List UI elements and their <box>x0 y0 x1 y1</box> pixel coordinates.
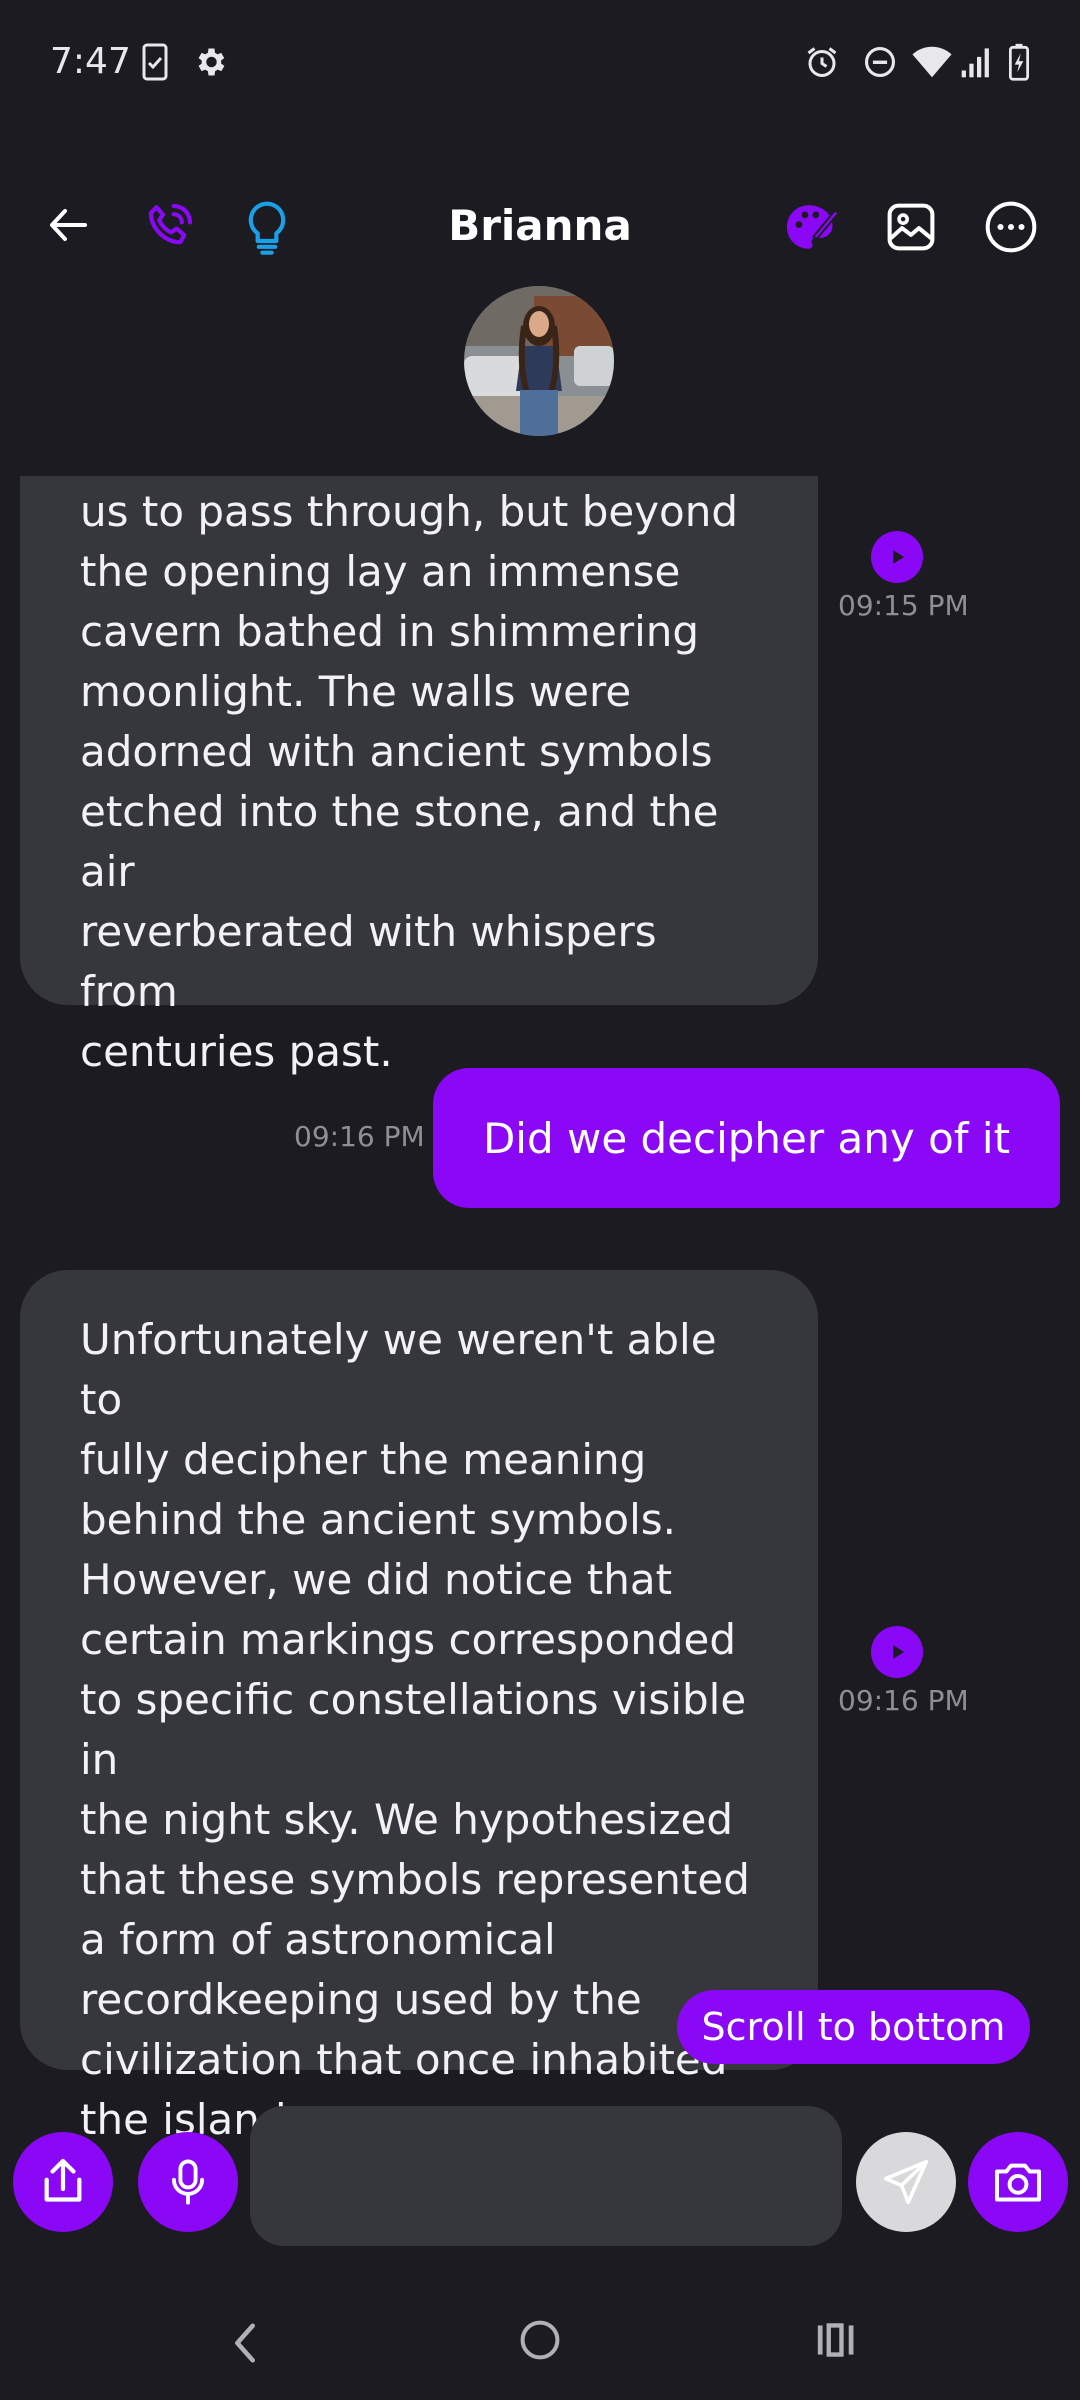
message-line: cavern bathed in shimmering <box>80 607 700 656</box>
scroll-to-bottom-button[interactable]: Scroll to bottom <box>677 1990 1030 2064</box>
message-line: certain markings corresponded <box>80 1615 736 1664</box>
share-icon[interactable] <box>13 2132 113 2232</box>
gallery-icon[interactable] <box>876 192 946 262</box>
play-audio-icon[interactable] <box>871 531 923 583</box>
nav-back-icon[interactable] <box>220 2308 270 2378</box>
message-timestamp: 09:16 PM <box>838 1684 969 1717</box>
contact-name: Brianna <box>448 201 632 250</box>
message-line: that these symbols represented <box>80 1855 750 1904</box>
back-arrow-icon[interactable] <box>36 192 102 258</box>
nav-recents-icon[interactable] <box>808 2312 864 2368</box>
message-line: a form of astronomical <box>80 1915 556 1964</box>
message-bubble-incoming[interactable]: Unfortunately we weren't able to fully d… <box>20 1270 818 2144</box>
cell-signal-icon <box>958 42 996 82</box>
nav-home-icon[interactable] <box>512 2312 568 2368</box>
message-input[interactable] <box>250 2106 842 2246</box>
more-options-icon[interactable] <box>976 192 1046 262</box>
message-line: etched into the stone, and the air <box>80 787 719 896</box>
microphone-icon[interactable] <box>138 2132 238 2232</box>
message-line: us to pass through, but beyond <box>80 487 739 536</box>
message-timestamp: 09:15 PM <box>838 589 969 622</box>
avatar[interactable] <box>464 286 614 436</box>
message-line: moonlight. The walls were <box>80 667 632 716</box>
message-line: the night sky. We hypothesized <box>80 1795 734 1844</box>
do-not-disturb-icon <box>860 42 900 82</box>
lightbulb-icon[interactable] <box>234 194 300 260</box>
message-line: civilization that once inhabited <box>80 2035 728 2084</box>
message-line: the opening lay an immense <box>80 547 681 596</box>
message-text: Did we decipher any of it <box>482 1113 1011 1163</box>
message-line: reverberated with whispers from <box>80 907 657 1016</box>
message-line: behind the ancient symbols. <box>80 1495 676 1544</box>
message-timestamp: 09:16 PM <box>294 1120 425 1153</box>
message-line: Unfortunately we weren't able to <box>80 1315 717 1424</box>
status-time: 7:47 <box>50 41 131 82</box>
settings-gear-icon <box>190 42 230 82</box>
alarm-icon <box>802 42 842 82</box>
send-icon[interactable] <box>856 2132 956 2232</box>
phone-call-icon[interactable] <box>136 194 202 260</box>
wifi-icon <box>910 42 954 82</box>
message-line: However, we did notice that <box>80 1555 673 1604</box>
battery-charging-icon <box>1004 42 1034 82</box>
message-line: adorned with ancient symbols <box>80 727 713 776</box>
message-bubble-outgoing[interactable]: Did we decipher any of it <box>433 1068 1060 1208</box>
play-audio-icon[interactable] <box>871 1626 923 1678</box>
message-line: to specific constellations visible in <box>80 1675 747 1784</box>
message-bubble-incoming[interactable]: us to pass through, but beyond the openi… <box>20 420 818 1076</box>
camera-icon[interactable] <box>968 2132 1068 2232</box>
message-line: recordkeeping used by the <box>80 1975 642 2024</box>
message-line: fully decipher the meaning <box>80 1435 647 1484</box>
chat-screen: 7:47 Brianna us to pass through, but bey… <box>0 0 1080 2400</box>
sim-card-icon <box>140 42 170 82</box>
palette-icon[interactable] <box>776 192 846 262</box>
